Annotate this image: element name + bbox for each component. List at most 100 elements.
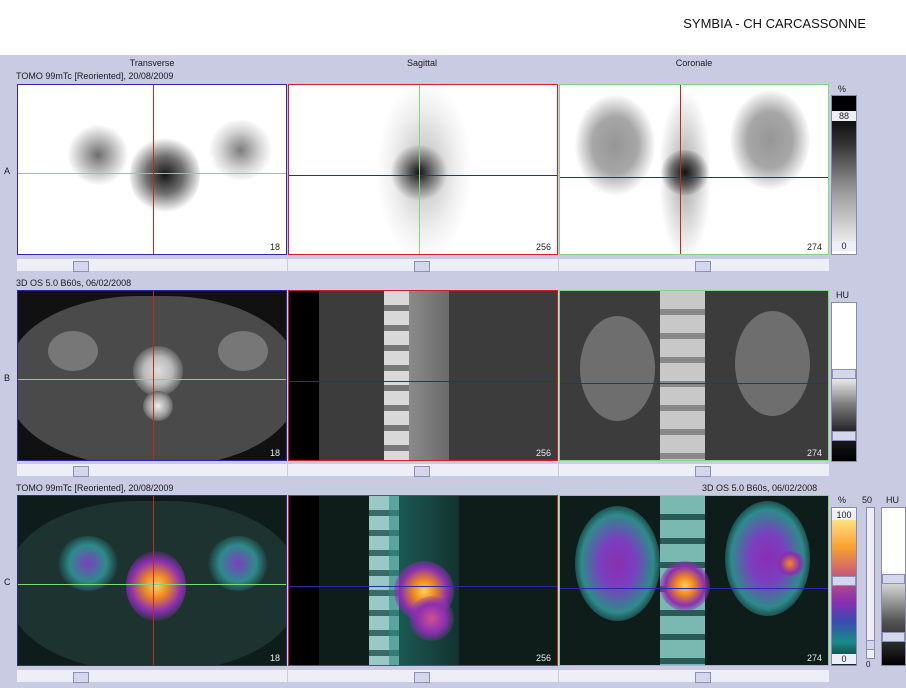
series-label-fusion-ct: 3D OS 5.0 B60s, 06/02/2008: [702, 483, 818, 493]
spect-coronal-kidney-left: [575, 95, 655, 195]
slice-slider-sagittal-c[interactable]: [288, 670, 558, 683]
ct-transverse-vertebra: [133, 346, 183, 396]
crosshair-horizontal: [18, 584, 286, 585]
crosshair-horizontal: [289, 381, 557, 382]
spect-coronal-kidney-right: [730, 90, 810, 190]
slice-slider-transverse-b[interactable]: [17, 464, 287, 477]
slice-number: 256: [535, 653, 551, 663]
blend-slider-track[interactable]: [866, 507, 875, 659]
slider-knob[interactable]: [414, 672, 430, 683]
slice-number: 274: [806, 242, 822, 252]
slice-number: 18: [269, 653, 280, 663]
spect-transverse-uptake-left: [68, 125, 128, 185]
crosshair-horizontal: [560, 177, 828, 178]
app-header: SYMBIA - CH CARCASSONNE: [0, 0, 906, 55]
column-header-transverse: Transverse: [129, 58, 175, 68]
crosshair-horizontal: [560, 588, 828, 589]
series-label-spect: TOMO 99mTc [Reoriented], 20/08/2009: [16, 71, 174, 81]
blend-slider-knob[interactable]: [866, 640, 875, 650]
slider-knob[interactable]: [695, 261, 711, 272]
slider-knob[interactable]: [695, 672, 711, 683]
crosshair-horizontal: [18, 379, 286, 380]
slice-number: 18: [269, 448, 280, 458]
ct-transverse-spinous: [143, 391, 173, 421]
crosshair-horizontal: [560, 383, 828, 384]
fusion-transverse-kidney-left: [58, 536, 118, 591]
fusion-scale-min[interactable]: 0: [832, 654, 856, 664]
fusion-coronal-right-hotspot: [775, 551, 805, 576]
slice-number: 274: [806, 653, 822, 663]
ct-sagittal-air: [289, 291, 319, 460]
spect-transverse-uptake-right: [208, 120, 273, 180]
spect-coronal-uptake: [660, 150, 710, 195]
crosshair-vertical: [153, 291, 154, 460]
fusion-transverse-kidney-right: [208, 536, 268, 591]
slider-knob[interactable]: [695, 466, 711, 477]
fusion-hu-bar[interactable]: [881, 507, 906, 666]
slider-knob[interactable]: [414, 466, 430, 477]
slice-slider-transverse-c[interactable]: [17, 670, 287, 683]
spect-scale-unit: %: [838, 84, 847, 94]
spect-scale-min[interactable]: 0: [832, 241, 856, 251]
series-label-fusion-spect: TOMO 99mTc [Reoriented], 20/08/2009: [16, 483, 174, 493]
fusion-hu-handle-top[interactable]: [882, 574, 905, 584]
fusion-sagittal-lower-uptake: [409, 596, 454, 641]
ct-coronal-viewport[interactable]: 274: [559, 290, 829, 461]
row-label-a: A: [4, 166, 11, 176]
slice-number: 256: [535, 242, 551, 252]
ct-window-handle-bottom[interactable]: [832, 431, 856, 441]
ct-window-handle-top[interactable]: [832, 369, 856, 379]
ct-grayscale-bar[interactable]: [831, 302, 857, 462]
fusion-threshold-handle[interactable]: [832, 576, 856, 586]
fusion-transverse-hotspot: [126, 551, 186, 621]
spect-sagittal-viewport[interactable]: 256: [288, 84, 558, 255]
fusion-color-bar[interactable]: 100 0: [831, 507, 857, 666]
series-label-ct: 3D OS 5.0 B60s, 06/02/2008: [16, 278, 132, 288]
ct-coronal-kidney-left: [580, 316, 655, 421]
row-label-c: C: [4, 577, 11, 587]
fusion-coronal-kidney-left: [575, 506, 660, 621]
crosshair-vertical: [153, 85, 154, 254]
slider-knob[interactable]: [414, 261, 430, 272]
slice-slider-sagittal-a[interactable]: [288, 259, 558, 272]
spect-grayscale-bar[interactable]: 88 0: [831, 95, 857, 255]
fusion-transverse-viewport[interactable]: 18: [17, 495, 287, 666]
ct-sagittal-vertebral-body: [409, 291, 449, 460]
slice-slider-coronal-b[interactable]: [559, 464, 829, 477]
fusion-sagittal-viewport[interactable]: 256: [288, 495, 558, 666]
slice-slider-sagittal-b[interactable]: [288, 464, 558, 477]
ct-transverse-kidney-right: [218, 331, 268, 371]
ct-sagittal-spine: [384, 291, 409, 460]
slice-number: 18: [269, 242, 280, 252]
ct-transverse-kidney-left: [48, 331, 98, 371]
ct-sagittal-viewport[interactable]: 256: [288, 290, 558, 461]
fusion-coronal-viewport[interactable]: 274: [559, 495, 829, 666]
slider-knob[interactable]: [73, 672, 89, 683]
column-header-coronal: Coronale: [675, 58, 713, 68]
slice-slider-transverse-a[interactable]: [17, 259, 287, 272]
fusion-scale-unit: %: [838, 495, 847, 505]
slider-knob[interactable]: [73, 466, 89, 477]
fusion-sagittal-air: [289, 496, 319, 665]
column-header-sagittal: Sagittal: [406, 58, 438, 68]
crosshair-vertical: [680, 85, 681, 254]
spect-coronal-viewport[interactable]: 274: [559, 84, 829, 255]
blend-label-0: 0: [866, 660, 871, 669]
fusion-hu-unit: HU: [886, 495, 899, 505]
crosshair-horizontal: [289, 175, 557, 176]
slider-knob[interactable]: [73, 261, 89, 272]
slice-slider-coronal-a[interactable]: [559, 259, 829, 272]
ct-coronal-kidney-right: [735, 311, 810, 416]
spect-scale-max[interactable]: 88: [832, 111, 856, 121]
crosshair-vertical: [153, 496, 154, 665]
fusion-hu-handle-bottom[interactable]: [882, 632, 905, 642]
spect-transverse-viewport[interactable]: 18: [17, 84, 287, 255]
fusion-coronal-hotspot: [660, 561, 710, 611]
slice-number: 256: [535, 448, 551, 458]
ct-transverse-viewport[interactable]: 18: [17, 290, 287, 461]
slice-slider-coronal-c[interactable]: [559, 670, 829, 683]
crosshair-vertical: [419, 85, 420, 254]
ct-scale-unit: HU: [836, 290, 849, 300]
row-label-b: B: [4, 373, 11, 383]
fusion-scale-max[interactable]: 100: [832, 510, 856, 520]
